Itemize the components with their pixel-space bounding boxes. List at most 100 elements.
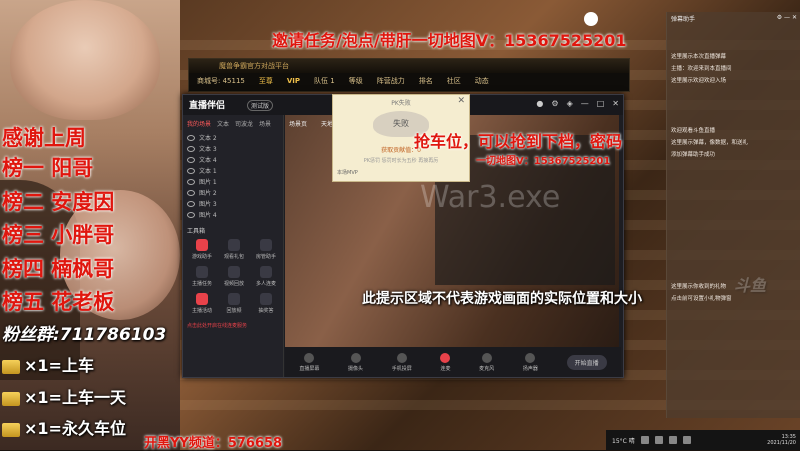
bottom-item[interactable]: 直播屏幕 xyxy=(299,352,319,372)
tool-item[interactable]: 主播活动 xyxy=(187,293,217,314)
activity-icon xyxy=(196,293,208,305)
game-bar-item[interactable]: 阵营战力 xyxy=(377,73,405,89)
minimize-icon[interactable]: — xyxy=(581,99,589,108)
layer-item[interactable]: 图片 4 xyxy=(183,209,283,220)
user-avatar-icon[interactable]: ● xyxy=(536,99,543,108)
layer-item[interactable]: 文本 3 xyxy=(183,143,283,154)
reward-label: ×1=上车一天 xyxy=(24,388,126,407)
speaker-icon xyxy=(525,352,536,363)
tray-icon[interactable] xyxy=(640,436,649,444)
mic-service-tip[interactable]: 点击此处开启在线连麦服务 xyxy=(183,318,283,333)
chat-line: 这里展示弹幕，像数据，和送礼 xyxy=(671,140,749,146)
bottom-label: 麦克风 xyxy=(479,365,495,372)
input-method-icon[interactable] xyxy=(682,436,691,444)
game-bar-item[interactable]: 排名 xyxy=(419,73,433,89)
car-icon xyxy=(2,391,20,406)
playback-icon xyxy=(228,293,240,305)
bottom-item[interactable]: 扬声器 xyxy=(522,352,538,372)
tool-item[interactable]: 房管助手 xyxy=(251,239,281,260)
pk-mvp: 本场MVP xyxy=(337,170,358,176)
eye-icon[interactable] xyxy=(187,156,195,163)
tool-label: 房管助手 xyxy=(255,254,276,260)
clock[interactable]: 13:35 2021/11/20 xyxy=(767,434,800,446)
layer-label: 文本 4 xyxy=(199,157,217,164)
layer-label: 图片 1 xyxy=(199,179,217,186)
tool-label: 主播活动 xyxy=(191,308,212,314)
layer-item[interactable]: 图片 2 xyxy=(183,187,283,198)
tab-scenes[interactable]: 场景 xyxy=(259,119,271,128)
tool-label: 回放频 xyxy=(226,308,242,314)
layer-item[interactable]: 图片 3 xyxy=(183,198,283,209)
game-bar-item: 至尊 xyxy=(258,77,273,85)
eye-icon[interactable] xyxy=(187,145,195,152)
tool-item[interactable]: 多人连麦 xyxy=(251,266,281,287)
app-name: 直播伴侣 xyxy=(189,101,226,111)
bottom-item[interactable]: 麦克风 xyxy=(479,352,495,372)
eye-icon[interactable] xyxy=(187,189,195,196)
thanks-title: 感谢上周 xyxy=(2,126,86,150)
layer-label: 图片 4 xyxy=(199,212,217,219)
microphone-icon xyxy=(481,352,492,363)
layer-item[interactable]: 文本 1 xyxy=(183,165,283,176)
chat-controls[interactable]: ⚙ — ✕ xyxy=(777,14,797,21)
pk-title: PK失败 xyxy=(391,100,411,107)
tool-label: 视频回放 xyxy=(223,281,244,287)
game-bar-item[interactable]: 动态 xyxy=(475,73,489,89)
layer-item[interactable]: 文本 2 xyxy=(183,132,283,143)
shield-icon xyxy=(260,239,272,251)
eye-icon[interactable] xyxy=(187,167,195,174)
replay-icon xyxy=(228,266,240,278)
layer-item[interactable]: 图片 1 xyxy=(183,176,283,187)
close-icon[interactable]: ✕ xyxy=(612,99,619,108)
bottom-item[interactable]: 手机投屏 xyxy=(392,352,412,372)
game-bar-item[interactable]: 等级 xyxy=(349,73,363,89)
bottom-item[interactable]: 摄像头 xyxy=(348,352,363,372)
network-icon[interactable] xyxy=(654,436,663,444)
eye-icon[interactable] xyxy=(187,200,195,207)
game-bar-title: 魔兽争霸官方对战平台 xyxy=(189,59,629,73)
skin-icon[interactable]: ◈ xyxy=(567,99,573,108)
weather-widget[interactable]: 15°C 晴 xyxy=(612,436,635,445)
tool-label: 观看礼包 xyxy=(223,254,244,260)
close-icon[interactable]: ✕ xyxy=(457,96,465,106)
layer-label: 图片 2 xyxy=(199,190,217,197)
start-stream-button[interactable]: 开始直播 xyxy=(566,354,607,370)
rocket-icon xyxy=(2,422,20,437)
eye-icon[interactable] xyxy=(187,211,195,218)
tool-item[interactable]: 游戏助手 xyxy=(187,239,217,260)
tab-scene[interactable]: 我的场景 xyxy=(187,119,211,128)
tool-item[interactable]: 视频回放 xyxy=(219,266,249,287)
chat-line: 主播：欢迎来到本直播间 xyxy=(671,66,732,72)
layer-label: 图片 3 xyxy=(199,201,217,208)
reward-1: ×1=上车 xyxy=(2,352,94,376)
bottom-label: 扬声器 xyxy=(522,365,538,372)
layer-item[interactable]: 文本 4 xyxy=(183,154,283,165)
layer-label: 文本 3 xyxy=(199,146,217,153)
windows-taskbar: 15°C 晴 13:35 2021/11/20 xyxy=(606,430,800,450)
tab-text[interactable]: 文本 xyxy=(217,119,229,128)
yy-channel: 开黑YY频道：576658 xyxy=(144,436,283,451)
bottom-item[interactable]: 连麦 xyxy=(440,352,450,372)
scene-panel: 我的场景 文本 司波龙 场景 文本 2 文本 3 文本 4 文本 1 图片 1 … xyxy=(183,115,284,377)
reward-2: ×1=上车一天 xyxy=(2,384,126,408)
danmaku-panel: 弹幕助手 ⚙ — ✕ 这里展示本次直播弹幕 主播：欢迎来到本直播间 这里展示欢迎… xyxy=(666,12,800,418)
tool-label: 主播任务 xyxy=(191,281,212,287)
tab-driver[interactable]: 司波龙 xyxy=(235,119,253,128)
tool-item[interactable]: 观看礼包 xyxy=(219,239,249,260)
maximize-icon[interactable]: □ xyxy=(597,99,605,108)
eye-icon[interactable] xyxy=(187,134,195,141)
layer-list: 文本 2 文本 3 文本 4 文本 1 图片 1 图片 2 图片 3 图片 4 xyxy=(183,132,283,220)
tool-item[interactable]: 抽奖答 xyxy=(251,293,281,314)
tool-item[interactable]: 回放频 xyxy=(219,293,249,314)
chat-line: 添加弹幕助手成功 xyxy=(671,152,716,158)
chat-line: 这里展示你收到的礼物 xyxy=(671,284,727,290)
task-icon xyxy=(196,266,208,278)
tool-item[interactable]: 主播任务 xyxy=(187,266,217,287)
volume-icon[interactable] xyxy=(668,436,677,444)
settings-icon[interactable]: ⚙ xyxy=(551,99,558,108)
pk-sub: PK惩罚 惩罚时长为五秒 再接再厉 xyxy=(363,158,439,164)
game-bar-item[interactable]: 社区 xyxy=(447,73,461,89)
notice-banner: 此提示区域不代表游戏画面的实际位置和大小 xyxy=(362,291,642,307)
eye-icon[interactable] xyxy=(187,178,195,185)
rank-4: 榜四 楠枫哥 xyxy=(2,257,115,281)
